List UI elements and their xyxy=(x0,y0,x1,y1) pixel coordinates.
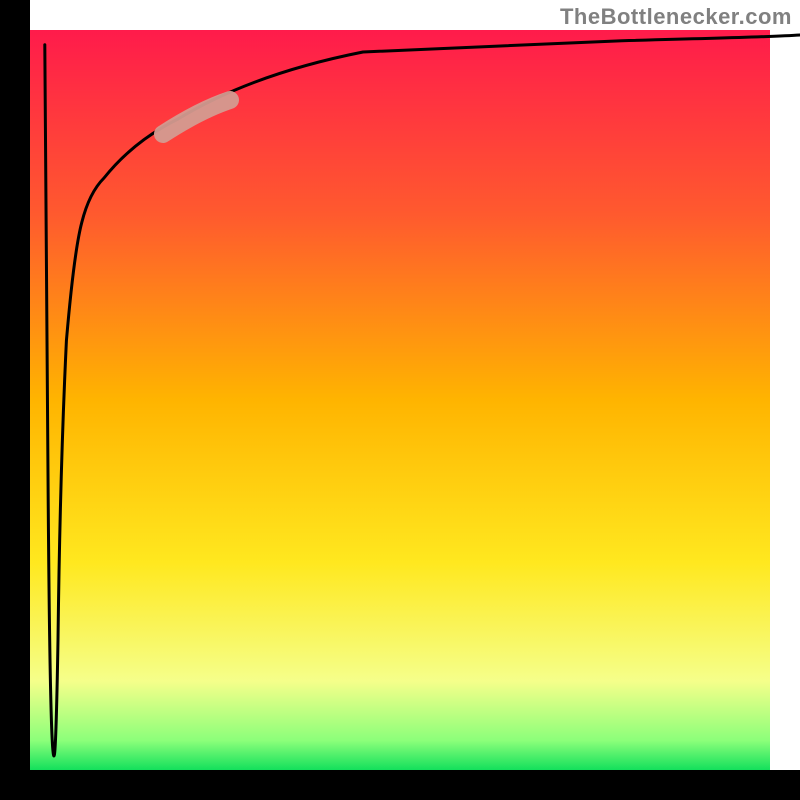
y-axis xyxy=(0,0,30,800)
watermark-label: TheBottlenecker.com xyxy=(560,4,792,30)
bottleneck-chart xyxy=(0,0,800,800)
x-axis xyxy=(0,770,800,800)
chart-container: TheBottlenecker.com xyxy=(0,0,800,800)
